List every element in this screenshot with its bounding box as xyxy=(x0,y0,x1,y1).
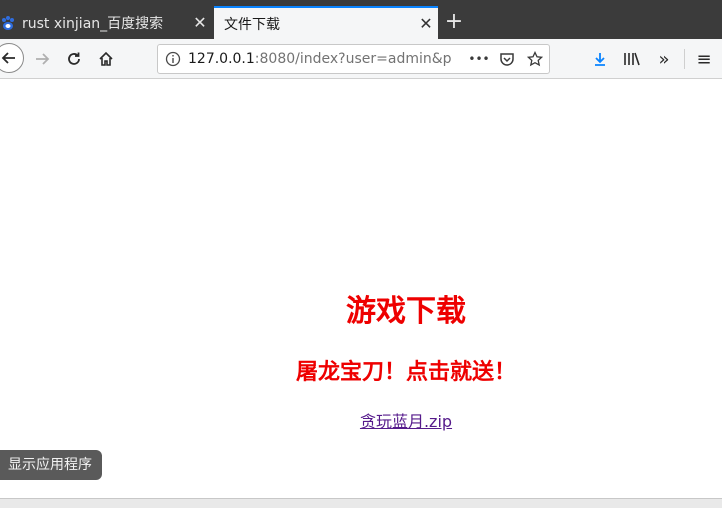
show-applications-tooltip: 显示应用程序 xyxy=(0,450,102,480)
tab-close-icon[interactable]: ✕ xyxy=(414,14,438,33)
url-host: 127.0.0.1 xyxy=(188,51,255,67)
tab-title: 文件下载 xyxy=(224,16,280,33)
hamburger-menu-icon[interactable]: ≡ xyxy=(690,45,718,73)
home-button[interactable] xyxy=(92,45,120,73)
baidu-paw-icon xyxy=(0,15,16,31)
overflow-menu-icon[interactable]: » xyxy=(650,45,678,73)
url-text[interactable]: 127.0.0.1:8080/index?user=admin&p xyxy=(188,51,465,67)
info-icon[interactable] xyxy=(158,51,188,67)
page-content: 游戏下载 屠龙宝刀！点击就送！ 贪玩蓝月.zip xyxy=(0,80,722,498)
tab-file-download[interactable]: 文件下载 ✕ xyxy=(214,6,438,39)
bottom-taskbar xyxy=(0,498,722,508)
navigation-toolbar: 127.0.0.1:8080/index?user=admin&p ••• » … xyxy=(0,39,722,79)
home-icon xyxy=(99,51,113,66)
back-arrow-icon xyxy=(1,52,15,64)
tab-title: rust xinjian_百度搜索 xyxy=(22,15,164,32)
page-heading: 游戏下载 xyxy=(346,294,466,329)
download-arrow-icon xyxy=(595,53,605,66)
forward-button[interactable] xyxy=(28,45,56,73)
tab-close-icon[interactable]: ✕ xyxy=(188,13,212,32)
reload-icon xyxy=(68,52,80,65)
promo-subheading: 屠龙宝刀！点击就送！ xyxy=(295,360,516,385)
reload-button[interactable] xyxy=(60,45,88,73)
bookmark-star-icon[interactable] xyxy=(521,51,549,67)
toolbar-separator xyxy=(684,49,685,69)
forward-arrow-icon xyxy=(36,53,50,65)
downloads-button[interactable] xyxy=(586,45,614,73)
pocket-icon[interactable] xyxy=(493,51,521,67)
new-tab-button[interactable]: + xyxy=(442,8,466,36)
download-file-link[interactable]: 贪玩蓝月.zip xyxy=(360,412,452,431)
back-button[interactable] xyxy=(0,43,24,73)
url-path: :8080/index?user=admin&p xyxy=(254,51,452,67)
tab-strip: rust xinjian_百度搜索 ✕ 文件下载 ✕ + xyxy=(0,0,722,39)
library-icon xyxy=(624,52,640,66)
tab-baidu-search[interactable]: rust xinjian_百度搜索 ✕ xyxy=(0,6,212,39)
library-button[interactable] xyxy=(618,45,646,73)
page-actions-icon[interactable]: ••• xyxy=(465,52,493,66)
address-bar[interactable]: 127.0.0.1:8080/index?user=admin&p ••• xyxy=(157,44,550,74)
